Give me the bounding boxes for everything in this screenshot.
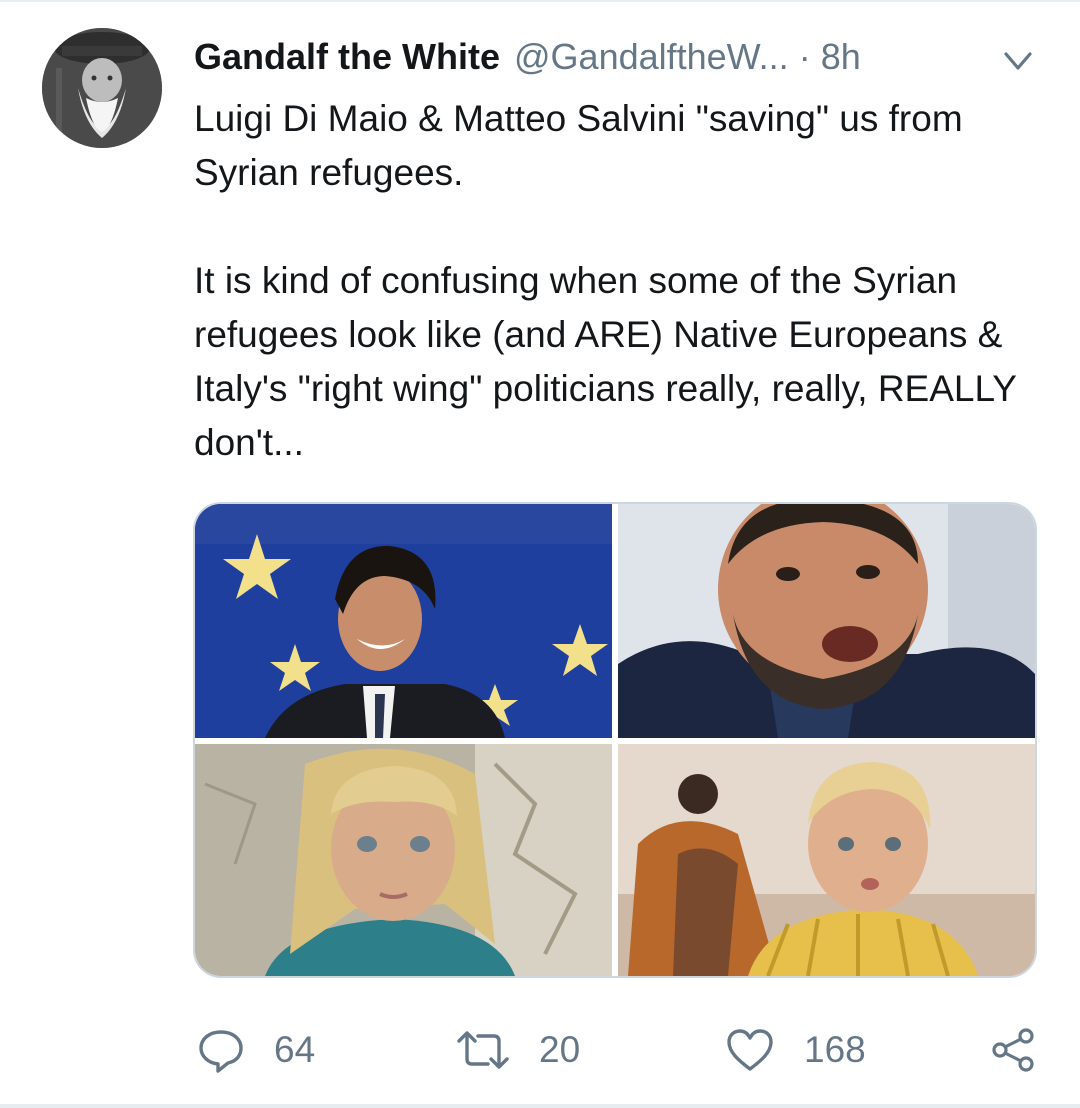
photo-salvini[interactable]: [618, 504, 1035, 738]
chevron-down-icon[interactable]: [998, 42, 1038, 78]
retweet-count: 20: [539, 1029, 581, 1070]
photo-di-maio[interactable]: [195, 504, 612, 738]
like-icon: [724, 1025, 776, 1075]
share-icon: [988, 1025, 1038, 1075]
like-count: 168: [804, 1029, 866, 1070]
share-button[interactable]: [988, 1020, 1038, 1080]
author-name[interactable]: Gandalf the White: [194, 36, 500, 78]
photo-refugee-boy[interactable]: [618, 744, 1035, 976]
reply-count: 64: [274, 1029, 316, 1070]
avatar[interactable]: [42, 28, 162, 148]
reply-button[interactable]: 64: [196, 1020, 315, 1080]
tweet-paragraph: It is kind of confusing when some of the…: [194, 260, 1017, 463]
like-button[interactable]: 168: [724, 1020, 866, 1080]
reply-icon: [196, 1025, 246, 1075]
tweet-text: Luigi Di Maio & Matteo Salvini "saving" …: [194, 92, 1034, 470]
bottom-divider: [0, 1104, 1080, 1108]
timestamp[interactable]: 8h: [821, 36, 861, 78]
retweet-button[interactable]: 20: [455, 1020, 580, 1080]
separator-dot: ·: [798, 36, 811, 77]
author-handle[interactable]: @GandalftheW...: [514, 36, 789, 78]
retweet-icon: [455, 1025, 511, 1075]
photo-refugee-girl[interactable]: [195, 744, 612, 976]
tweet-paragraph: Luigi Di Maio & Matteo Salvini "saving" …: [194, 98, 963, 193]
media-grid: [193, 502, 1037, 978]
top-divider: [0, 0, 1080, 2]
tweet-header: Gandalf the White @GandalftheW... · 8h: [194, 32, 994, 82]
action-bar: 64 20 168: [0, 1020, 1080, 1080]
